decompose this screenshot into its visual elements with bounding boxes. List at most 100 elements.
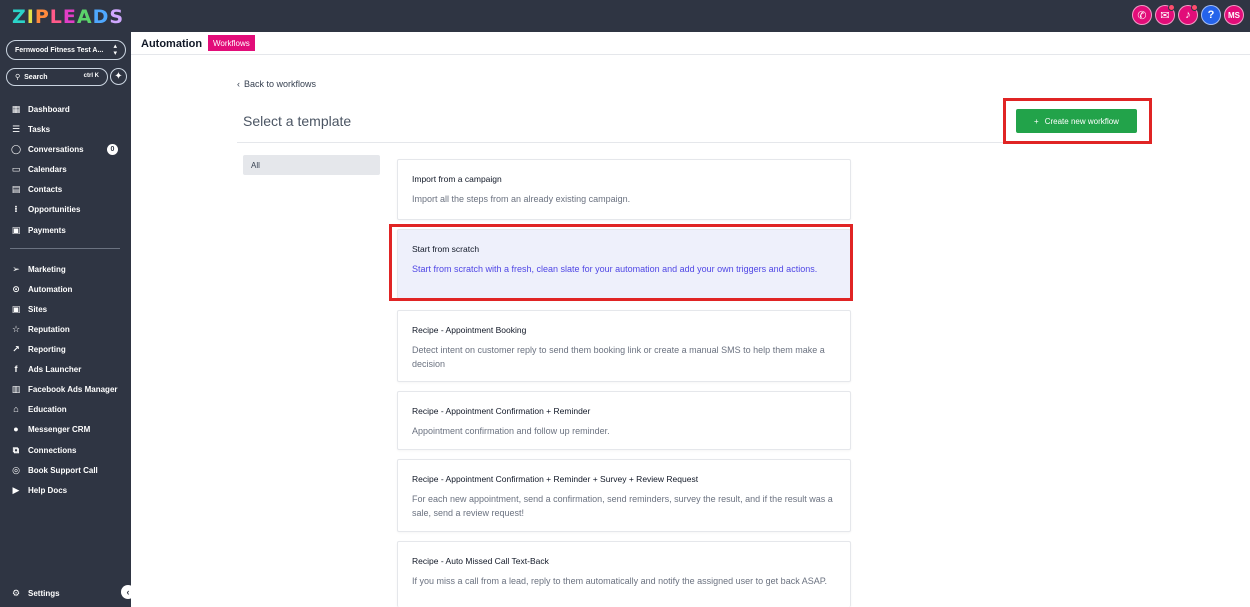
bell-icon[interactable]: ♪ xyxy=(1178,4,1198,25)
sidebar-item-contacts[interactable]: ▤ Contacts xyxy=(10,182,63,196)
sidebar-item-label: Reputation xyxy=(28,324,70,334)
sidebar-item-calendars[interactable]: ▭ Calendars xyxy=(10,162,67,176)
sidebar-item-book-support-call[interactable]: ◎ Book Support Call xyxy=(10,463,98,477)
back-link-label: Back to workflows xyxy=(244,79,317,89)
sidebar-item-connections[interactable]: ⧉ Connections xyxy=(10,443,77,457)
page-header: Automation Workflows xyxy=(131,32,1250,55)
sidebar-item-messenger-crm[interactable]: ● Messenger CRM xyxy=(10,422,90,436)
highlight-box xyxy=(389,224,853,301)
sidebar-item-conversations[interactable]: ◯ Conversations xyxy=(10,142,84,156)
help-icon[interactable]: ? xyxy=(1201,5,1221,25)
notification-dot xyxy=(1168,4,1175,11)
plus-icon: + xyxy=(1034,116,1039,126)
conversations-count-badge: 0 xyxy=(107,144,118,155)
phone-icon[interactable]: ✆ xyxy=(1132,5,1152,25)
template-description: For each new appointment, send a confirm… xyxy=(412,494,833,518)
sidebar-item-label: Conversations xyxy=(28,144,84,154)
dashboard-icon: ▦ xyxy=(11,103,21,114)
search-label: Search xyxy=(24,73,48,81)
sidebar-item-help-docs[interactable]: ▶ Help Docs xyxy=(10,483,68,497)
facebook-icon: f xyxy=(14,364,18,374)
template-card[interactable]: Recipe - Auto Missed Call Text-Back If y… xyxy=(397,541,851,607)
template-description: Import all the steps from an already exi… xyxy=(412,194,631,204)
network-icon: ⧉ xyxy=(12,444,20,455)
sidebar-item-label: Sites xyxy=(28,304,48,314)
section-title: Automation xyxy=(141,38,203,50)
sidebar-item-tasks[interactable]: ☰ Tasks xyxy=(10,122,50,136)
search-icon: ⚲ xyxy=(15,74,21,81)
sidebar-item-label: Reporting xyxy=(28,344,66,354)
sidebar-item-label: Contacts xyxy=(28,184,63,194)
sidebar-item-label: Automation xyxy=(28,284,73,294)
sidebar-item-reporting[interactable]: ↗ Reporting xyxy=(10,342,66,356)
page-title: Select a template xyxy=(243,113,352,129)
template-card[interactable]: Recipe - Appointment Confirmation + Remi… xyxy=(397,391,851,450)
top-icons: ✆ ✉ ♪ ? MS xyxy=(1132,4,1244,25)
sidebar-item-sites[interactable]: ▣ Sites xyxy=(10,302,47,316)
quick-add-icon[interactable]: ✦ xyxy=(110,68,127,85)
create-new-workflow-button[interactable]: + Create new workflow xyxy=(1016,109,1137,133)
location-switcher[interactable]: Fernwood Fitness Test A... ▴ ▾ xyxy=(6,40,126,60)
sidebar-item-reputation[interactable]: ☆ Reputation xyxy=(10,322,70,336)
automation-icon: ⊙ xyxy=(12,283,20,294)
sidebar-item-payments[interactable]: ▣ Payments xyxy=(10,223,66,237)
sidebar-item-facebook-ads-manager[interactable]: ▥ Facebook Ads Manager xyxy=(10,382,118,396)
sidebar-item-opportunities[interactable]: ⁝ Opportunities xyxy=(10,202,80,216)
search-button[interactable]: ⚲ Search ctrl K xyxy=(6,68,108,86)
star-icon: ☆ xyxy=(11,323,21,334)
filter-all[interactable]: All xyxy=(243,155,380,175)
sidebar-item-label: Dashboard xyxy=(28,104,70,114)
sidebar-item-settings[interactable]: ⚙ Settings xyxy=(10,586,60,600)
trend-icon: ↗ xyxy=(12,343,20,354)
gear-icon: ⚙ xyxy=(11,587,21,598)
updown-chevron-icon: ▴ ▾ xyxy=(113,43,117,57)
avatar[interactable]: MS xyxy=(1224,5,1244,25)
megaphone-icon[interactable]: ✉ xyxy=(1155,4,1175,25)
calendar-icon: ▭ xyxy=(11,163,21,174)
sidebar-item-label: Education xyxy=(28,404,67,414)
chat-icon: ◯ xyxy=(10,143,22,154)
template-description: If you miss a call from a lead, reply to… xyxy=(412,576,828,586)
template-title: Recipe - Appointment Booking xyxy=(412,325,527,335)
chevron-left-icon: ‹ xyxy=(237,79,240,89)
chart-icon: ▥ xyxy=(11,383,21,394)
payments-icon: ▣ xyxy=(11,224,21,235)
send-icon: ➢ xyxy=(12,263,20,274)
template-description: Detect intent on customer reply to send … xyxy=(412,345,825,369)
sidebar-item-dashboard[interactable]: ▦ Dashboard xyxy=(10,102,70,116)
template-card[interactable]: Import from a campaign Import all the st… xyxy=(397,159,851,220)
messenger-icon: ● xyxy=(13,424,19,434)
tasks-icon: ☰ xyxy=(11,123,21,134)
sidebar-item-label: Settings xyxy=(28,588,60,598)
template-title: Recipe - Appointment Confirmation + Remi… xyxy=(412,406,591,416)
sidebar: Fernwood Fitness Test A... ▴ ▾ ⚲ Search c… xyxy=(0,32,135,607)
sidebar-item-label: Marketing xyxy=(28,264,66,274)
sidebar-item-label: Opportunities xyxy=(28,204,81,214)
template-card[interactable]: Recipe - Appointment Confirmation + Remi… xyxy=(397,459,851,532)
opportunities-icon: ⁝ xyxy=(14,203,18,214)
sidebar-item-education[interactable]: ⌂ Education xyxy=(10,402,67,416)
template-card[interactable]: Recipe - Appointment Booking Detect inte… xyxy=(397,310,851,382)
back-to-workflows-link[interactable]: ‹ Back to workflows xyxy=(237,79,316,89)
sidebar-item-label: Messenger CRM xyxy=(28,424,91,434)
sidebar-item-ads-launcher[interactable]: f Ads Launcher xyxy=(10,362,82,376)
sidebar-item-label: Help Docs xyxy=(28,485,68,495)
sidebar-item-label: Payments xyxy=(28,225,66,235)
zipleads-logo[interactable]: Z I P L E A D S xyxy=(12,6,124,28)
tab-workflows[interactable]: Workflows xyxy=(208,35,255,51)
sidebar-divider xyxy=(10,248,120,249)
create-button-label: Create new workflow xyxy=(1044,116,1119,126)
contacts-icon: ▤ xyxy=(11,183,21,194)
support-icon: ◎ xyxy=(12,464,20,475)
collapse-sidebar-icon[interactable]: ‹ xyxy=(121,585,135,599)
search-shortcut: ctrl K xyxy=(83,73,99,79)
sidebar-item-label: Book Support Call xyxy=(28,465,98,475)
sidebar-item-label: Calendars xyxy=(28,164,67,174)
sidebar-item-automation[interactable]: ⊙ Automation xyxy=(10,282,72,296)
play-icon: ▶ xyxy=(12,484,20,495)
top-bar: Z I P L E A D S ✆ ✉ ♪ ? MS xyxy=(0,0,1250,32)
template-title: Import from a campaign xyxy=(412,174,502,184)
notification-dot xyxy=(1191,4,1198,11)
template-description: Appointment confirmation and follow up r… xyxy=(412,426,610,436)
sidebar-item-marketing[interactable]: ➢ Marketing xyxy=(10,262,66,276)
